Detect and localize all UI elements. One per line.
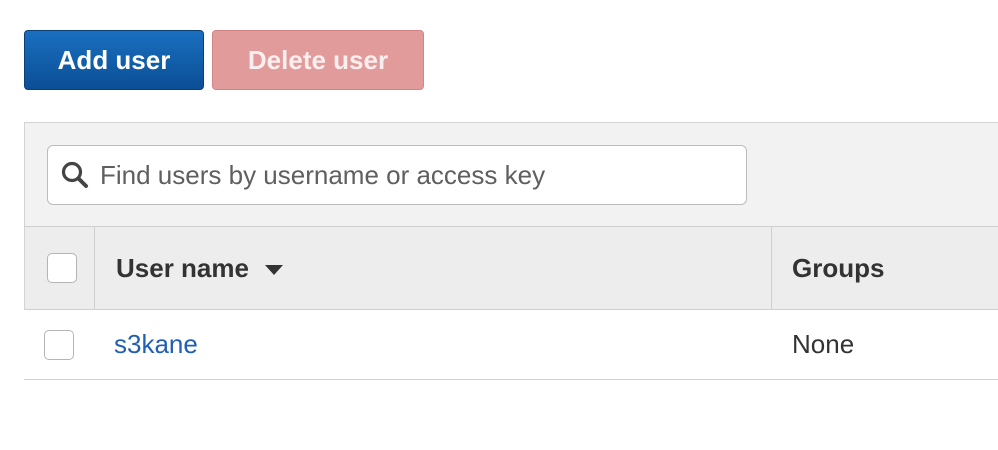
column-header-groups-label: Groups [792,252,885,283]
column-header-user-name-label: User name [116,252,249,283]
groups-cell: None [792,329,855,359]
table-row: s3kane None [24,310,998,380]
delete-user-button[interactable]: Delete user [212,30,424,90]
user-name-link[interactable]: s3kane [114,310,198,379]
search-icon [61,161,88,188]
users-table-panel: User name Groups s3kane None [24,122,998,380]
sort-descending-icon[interactable] [264,265,283,275]
add-user-button[interactable]: Add user [24,30,204,90]
row-checkbox[interactable] [44,330,74,360]
column-header-user-name[interactable]: User name [95,227,772,309]
search-bar [24,122,998,226]
table-header: User name Groups [24,226,998,310]
select-all-checkbox[interactable] [47,253,77,283]
search-box[interactable] [47,145,747,205]
select-all-cell [25,227,95,309]
search-input[interactable] [98,158,722,192]
iam-users-page: Add user Delete user User name Groups [0,0,998,450]
column-header-groups[interactable]: Groups [772,227,998,309]
